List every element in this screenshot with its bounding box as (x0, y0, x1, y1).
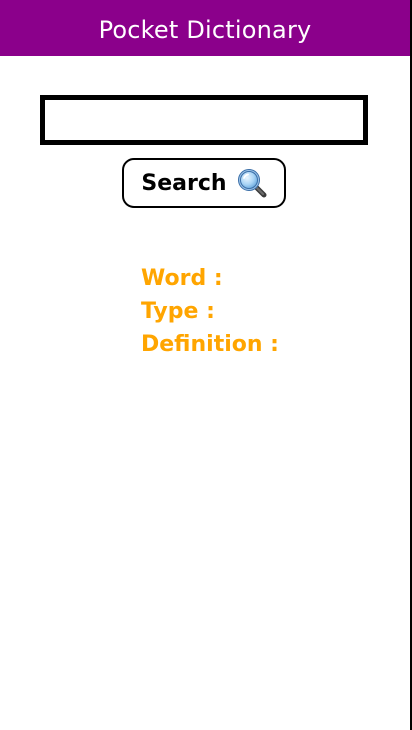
result-block: Word : Type : Definition : (141, 262, 279, 361)
search-icon (237, 168, 267, 198)
search-button-label: Search (141, 170, 227, 196)
definition-label: Definition : (141, 332, 279, 357)
app-frame: Pocket Dictionary Search Word: Type: D… (0, 0, 412, 730)
search-button[interactable]: Search (122, 158, 286, 208)
app-header: Pocket Dictionary (0, 0, 410, 56)
word-label: Word : (141, 266, 223, 291)
type-label: Type : (141, 299, 215, 324)
app-title: Pocket Dictionary (98, 16, 312, 44)
search-input[interactable] (40, 95, 368, 145)
